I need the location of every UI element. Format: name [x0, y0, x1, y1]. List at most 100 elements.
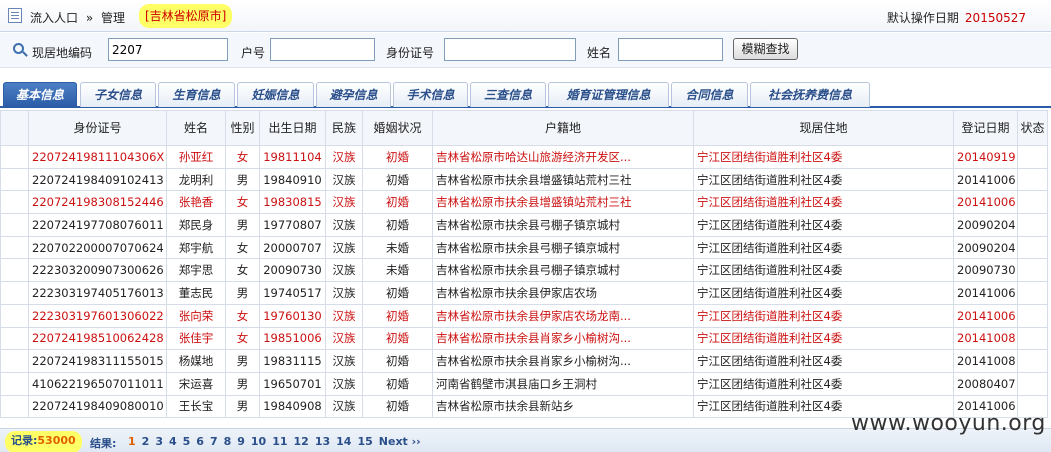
- record-count: 记录:53000: [5, 431, 82, 452]
- page-link-3[interactable]: 3: [155, 435, 163, 448]
- column-header[interactable]: 登记日期: [953, 110, 1018, 146]
- row-select-cell[interactable]: [0, 213, 29, 237]
- cell-hukou: 吉林省松原市扶余县增盛镇站荒村三社: [432, 167, 694, 192]
- tab-contraception-info[interactable]: 避孕信息: [316, 82, 391, 107]
- tab-social-fee-info[interactable]: 社会抚养费信息: [750, 82, 870, 107]
- cell-birth: 19740517: [259, 281, 326, 305]
- row-select-cell[interactable]: [0, 303, 29, 328]
- page-link-15[interactable]: 15: [357, 435, 372, 448]
- cell-status: [1017, 303, 1048, 328]
- cell-residence: 宁江区团结街道胜利社区4委: [693, 235, 954, 260]
- cell-status: [1017, 258, 1048, 283]
- row-select-cell[interactable]: [0, 258, 29, 283]
- row-select-cell[interactable]: [0, 394, 29, 419]
- page-links: 1 2 3 4 5 6 7 8 9 10 11 12 13 14 15 Next ››: [128, 435, 427, 448]
- address-code-input[interactable]: [108, 38, 228, 61]
- page-link-5[interactable]: 5: [183, 435, 191, 448]
- cell-reg: 20141008: [953, 349, 1018, 373]
- table-row[interactable]: 222303197601306022 张向荣女 19760130 汉族 初婚 吉林省松原市…: [0, 303, 1048, 328]
- id-number-input[interactable]: [444, 38, 576, 61]
- table-row[interactable]: 222303200907300626 郑宇思女 20090730 汉族 未婚 吉林省松原市…: [0, 258, 1048, 283]
- column-header[interactable]: 婚姻状况: [362, 110, 433, 146]
- page-link-12[interactable]: 12: [294, 435, 309, 448]
- fuzzy-search-button[interactable]: 模糊查找: [733, 38, 798, 60]
- cell-residence: 宁江区团结街道胜利社区4委: [693, 167, 954, 192]
- cell-residence: 宁江区团结街道胜利社区4委: [693, 371, 954, 396]
- cell-nation: 汉族: [325, 349, 363, 373]
- cell-residence: 宁江区团结街道胜利社区4委: [693, 349, 954, 373]
- name-input[interactable]: [618, 38, 723, 61]
- table-row[interactable]: 220702200007070624 郑宇航女 20000707 汉族 未婚 吉林省松原市…: [0, 235, 1048, 260]
- page-link-2[interactable]: 2: [142, 435, 150, 448]
- row-select-cell[interactable]: [0, 371, 29, 396]
- cell-nation: 汉族: [325, 190, 363, 215]
- table-row[interactable]: 220724198308152446 张艳香女 19830815 汉族 初婚 吉林省松原市…: [0, 190, 1048, 215]
- cell-nation: 汉族: [325, 281, 363, 305]
- search-bar: 现居地编码 户号 身份证号 姓名 模糊查找: [0, 33, 1051, 68]
- tab-children-info[interactable]: 子女信息: [80, 82, 156, 107]
- page-link-8[interactable]: 8: [224, 435, 232, 448]
- cell-status: [1017, 349, 1048, 373]
- cell-sex: 女: [225, 145, 260, 169]
- cell-id: 410622196507011011: [28, 371, 167, 396]
- result-label: 结果:: [90, 437, 117, 450]
- cell-nation: 汉族: [325, 213, 363, 237]
- page-link-4[interactable]: 4: [169, 435, 177, 448]
- tab-birth-info[interactable]: 生育信息: [158, 82, 235, 107]
- tab-surgery-info[interactable]: 手术信息: [393, 82, 468, 107]
- table-header-row: 身份证号 姓名 性别 出生日期 民族 婚姻状况 户籍地 现居住地 登记日期 状态: [0, 110, 1048, 146]
- column-header[interactable]: 状态: [1017, 110, 1048, 146]
- page-link-6[interactable]: 6: [196, 435, 204, 448]
- page-link-14[interactable]: 14: [336, 435, 351, 448]
- row-select-cell[interactable]: [0, 235, 29, 260]
- cell-marital: 初婚: [362, 303, 433, 328]
- name-label: 姓名: [587, 46, 612, 60]
- column-header[interactable]: 姓名: [166, 110, 226, 146]
- tab-bar: 基本信息 子女信息 生育信息 妊娠信息 避孕信息 手术信息 三查信息 婚育证管理…: [0, 80, 1051, 108]
- row-select-cell[interactable]: [0, 145, 29, 169]
- row-select-cell[interactable]: [0, 281, 29, 305]
- page-link-7[interactable]: 7: [210, 435, 218, 448]
- table-row[interactable]: 410622196507011011 宋运喜男 19650701 汉族 初婚 河南省鹤壁市…: [0, 371, 1048, 396]
- row-select-cell[interactable]: [0, 326, 29, 351]
- breadcrumb-part2: 管理: [101, 11, 126, 25]
- cell-marital: 初婚: [362, 167, 433, 192]
- column-header[interactable]: 身份证号: [28, 110, 167, 146]
- cell-sex: 女: [225, 235, 260, 260]
- page-link-1[interactable]: 1: [128, 435, 136, 448]
- tab-marriage-cert-info[interactable]: 婚育证管理信息: [548, 82, 669, 107]
- cell-marital: 初婚: [362, 349, 433, 373]
- tab-three-checks-info[interactable]: 三查信息: [470, 82, 546, 107]
- column-header[interactable]: 性别: [225, 110, 260, 146]
- column-header[interactable]: 户籍地: [432, 110, 694, 146]
- cell-status: [1017, 235, 1048, 260]
- table-row[interactable]: 22072419811104306X 孙亚红女 19811104 汉族 初婚 吉林省松原市…: [0, 145, 1048, 169]
- row-select-cell[interactable]: [0, 190, 29, 215]
- cell-birth: 19760130: [259, 303, 326, 328]
- next-page-link[interactable]: Next ››: [379, 435, 421, 448]
- tab-pregnancy-info[interactable]: 妊娠信息: [237, 82, 314, 107]
- page-link-11[interactable]: 11: [272, 435, 287, 448]
- cell-name: 杨媒地: [166, 349, 226, 373]
- page-link-10[interactable]: 10: [251, 435, 266, 448]
- column-header[interactable]: 出生日期: [259, 110, 326, 146]
- breadcrumb-part1: 流入人口: [30, 11, 79, 25]
- table-row[interactable]: 220724198311155015 杨媒地男 19831115 汉族 初婚 吉林省松原市…: [0, 349, 1048, 373]
- cell-marital: 初婚: [362, 213, 433, 237]
- page-link-13[interactable]: 13: [315, 435, 330, 448]
- row-select-cell[interactable]: [0, 167, 29, 192]
- operation-date-label: 默认操作日期: [886, 11, 959, 25]
- tab-contract-info[interactable]: 合同信息: [671, 82, 748, 107]
- table-row[interactable]: 222303197405176013 董志民男 19740517 汉族 初婚 吉林省松原市…: [0, 281, 1048, 305]
- cell-hukou: 吉林省松原市扶余县肖家乡小榆树沟...: [432, 326, 694, 351]
- household-input[interactable]: [270, 38, 375, 61]
- table-row[interactable]: 220724198409102413 龙明利男 19840910 汉族 初婚 吉林省松原市…: [0, 167, 1048, 192]
- page-link-9[interactable]: 9: [237, 435, 245, 448]
- tab-basic-info[interactable]: 基本信息: [3, 82, 77, 107]
- table-row[interactable]: 220724198510062428 张佳宇女 19851006 汉族 初婚 吉林省松原市…: [0, 326, 1048, 351]
- table-row[interactable]: 220724197708076011 郑民身男 19770807 汉族 初婚 吉林省松原市…: [0, 213, 1048, 237]
- row-select-cell[interactable]: [0, 349, 29, 373]
- cell-nation: 汉族: [325, 326, 363, 351]
- column-header[interactable]: 民族: [325, 110, 363, 146]
- column-header[interactable]: 现居住地: [693, 110, 954, 146]
